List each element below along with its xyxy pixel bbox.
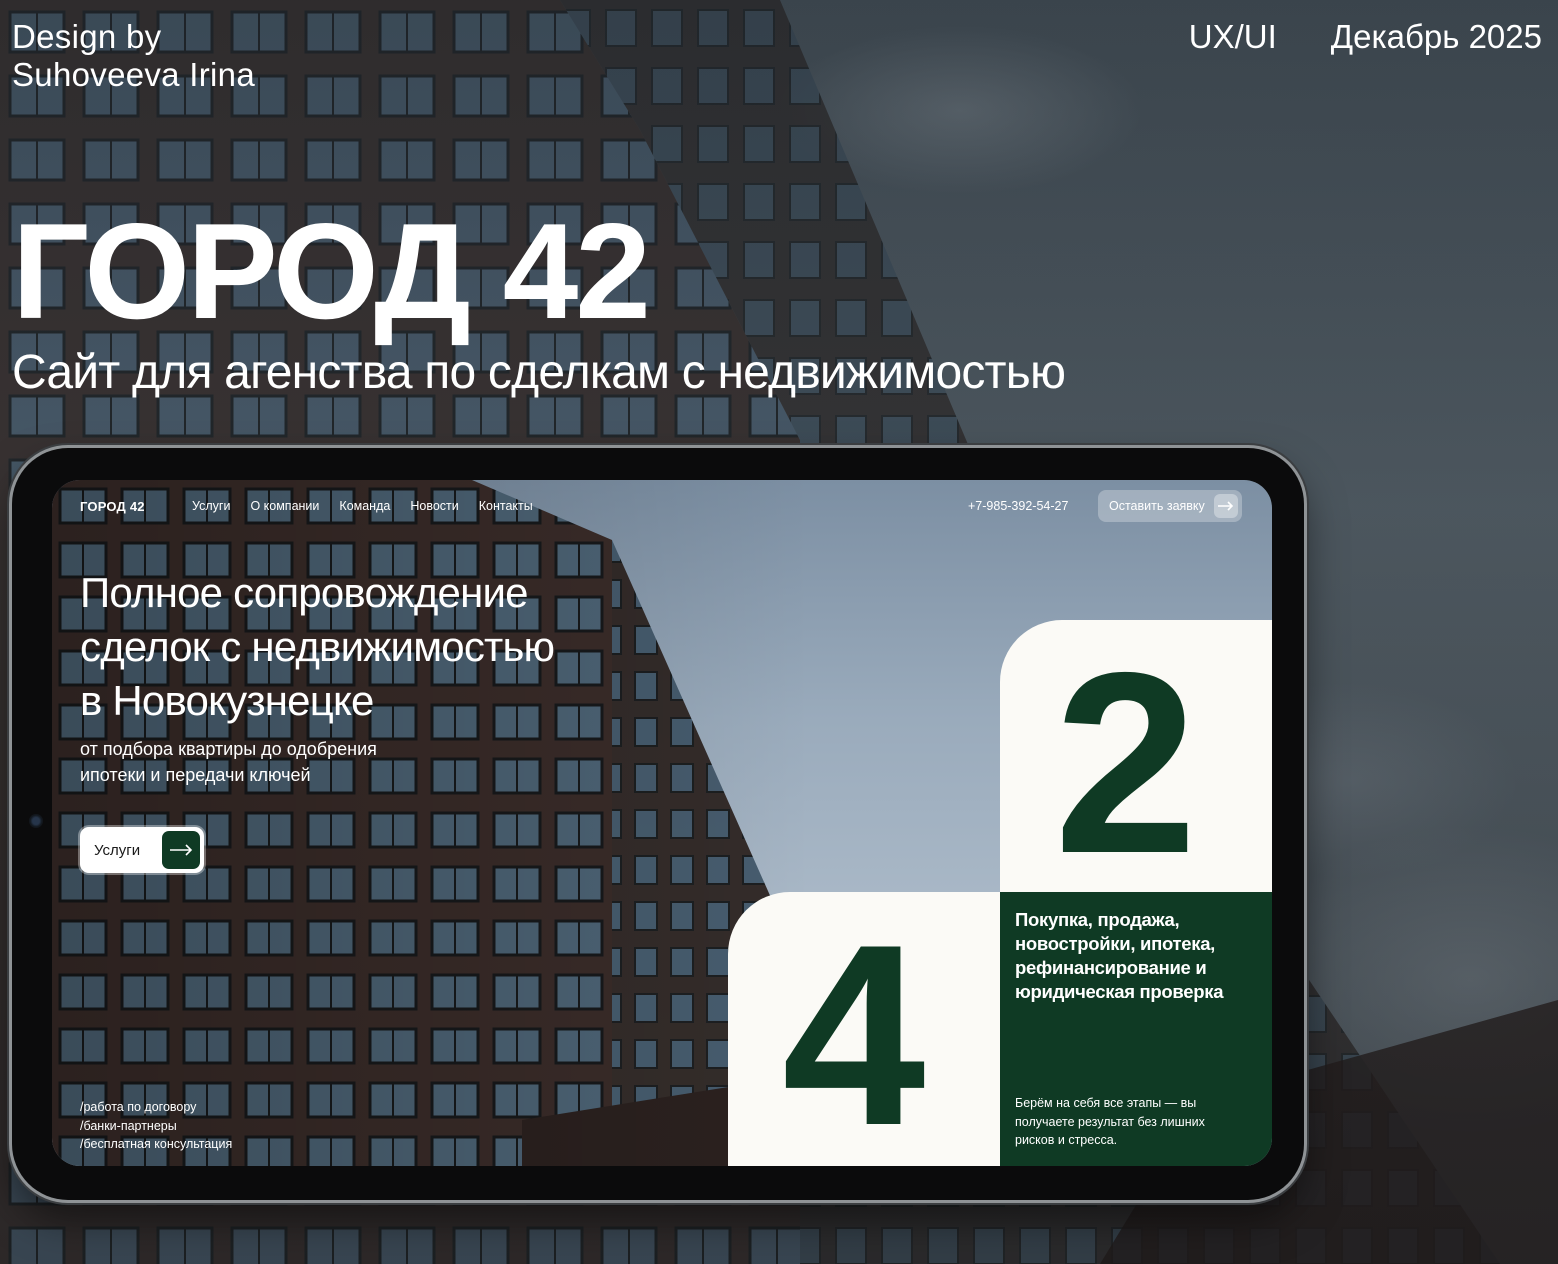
digit-2: 2 — [1054, 618, 1197, 907]
arrow-right-icon — [162, 831, 200, 869]
services-button-label: Услуги — [94, 841, 141, 859]
leave-request-button[interactable]: Оставить заявку — [1098, 490, 1242, 522]
camera-icon — [29, 814, 43, 828]
website-screen: ГОРОД 42 Услуги О компании Команда Новос… — [52, 480, 1272, 1166]
hero-subtitle: от подбора квартиры до одобрения ипотеки… — [80, 736, 377, 788]
leave-request-label: Оставить заявку — [1109, 499, 1205, 513]
hero-title: Полное сопровождение сделок с недвижимос… — [80, 566, 680, 728]
nav-item-contacts[interactable]: Контакты — [479, 499, 533, 513]
nav-item-about[interactable]: О компании — [250, 499, 319, 513]
nav-item-services[interactable]: Услуги — [192, 499, 230, 513]
hero-title-line-3: в Новокузнецке — [80, 677, 374, 724]
feature-item: /работа по договору — [80, 1100, 197, 1114]
author-line-1: Design by — [12, 18, 162, 55]
services-card-title-line: рефинансирование и — [1015, 957, 1207, 978]
services-card-text: Берём на себя все этапы — вы получаете р… — [1015, 1094, 1205, 1150]
phone-number[interactable]: +7-985-392-54-27 — [968, 499, 1068, 513]
tablet-mockup: ГОРОД 42 Услуги О компании Команда Новос… — [12, 448, 1304, 1200]
arrow-right-icon — [1214, 494, 1238, 518]
site-logo[interactable]: ГОРОД 42 — [80, 499, 145, 514]
digit-4: 4 — [782, 890, 925, 1166]
feature-item: /банки-партнеры — [80, 1118, 177, 1133]
author-line-2: Suhoveeva Irina — [12, 56, 255, 93]
services-card-text-line: Берём на себя все этапы — вы — [1015, 1096, 1197, 1110]
nav-item-news[interactable]: Новости — [410, 499, 458, 513]
features-list: /работа по договору /банки-партнеры /бес… — [80, 1098, 232, 1154]
hero-subtitle-line-1: от подбора квартиры до одобрения — [80, 739, 377, 759]
services-card-title: Покупка, продажа, новостройки, ипотека, … — [1015, 908, 1223, 1004]
author-credit: Design by Suhoveeva Irina — [12, 18, 255, 94]
hero-title-line-2: сделок с недвижимостью — [80, 623, 555, 670]
project-subtitle: Сайт для агенства по сделкам с недвижимо… — [12, 346, 1066, 399]
discipline-tag: UX/UI — [1188, 18, 1277, 55]
services-card-text-line: рисков и стресса. — [1015, 1133, 1118, 1147]
hero-subtitle-line-2: ипотеки и передачи ключей — [80, 765, 311, 785]
services-card-text-line: получаете результат без лишних — [1015, 1114, 1205, 1129]
services-button[interactable]: Услуги — [80, 827, 204, 873]
services-card-title-line: Покупка, продажа, — [1015, 909, 1180, 930]
services-card-title-line: юридическая проверка — [1015, 981, 1224, 1002]
meta-info: UX/UI Декабрь 2025 — [1189, 18, 1542, 56]
project-date: Декабрь 2025 — [1330, 18, 1542, 55]
site-nav: Услуги О компании Команда Новости Контак… — [192, 499, 533, 513]
project-title: ГОРОД 42 — [12, 195, 651, 347]
feature-item: /бесплатная консультация — [80, 1137, 233, 1151]
hero-title-line-1: Полное сопровождение — [80, 569, 529, 616]
nav-item-team[interactable]: Команда — [339, 499, 390, 513]
services-card-title-line: новостройки, ипотека, — [1015, 933, 1216, 954]
